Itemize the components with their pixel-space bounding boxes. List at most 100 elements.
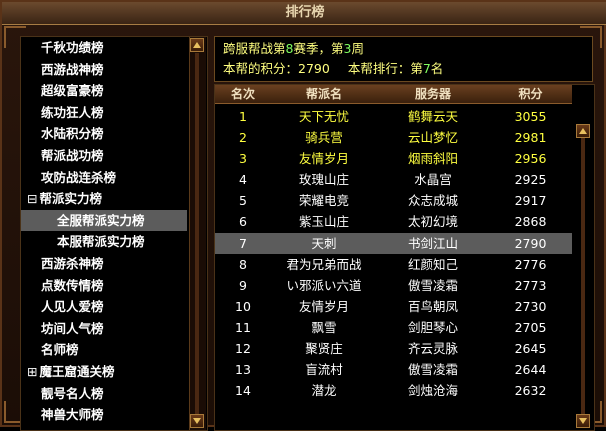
category-label: 全服帮派实力榜 [57, 212, 145, 228]
table-row[interactable]: 9 い邪派い六道 傲雪凌霜 2773 [215, 275, 572, 296]
category-item[interactable]: 西游战神榜 [21, 59, 187, 81]
cell-server: 傲雪凌霜 [407, 362, 458, 378]
table-row[interactable]: 7 天刺 书剑江山 2790 [215, 232, 572, 254]
cell-score: 2645 [514, 341, 547, 357]
cell-rank: 13 [235, 362, 251, 378]
category-item[interactable]: ⊟ 帮派实力榜 [21, 188, 187, 210]
category-item[interactable]: 千秋功绩榜 [21, 37, 187, 59]
cell-server: 太初幻境 [407, 214, 458, 230]
category-label: 千秋功绩榜 [41, 40, 104, 55]
category-item[interactable]: 神兽大师榜 [21, 404, 187, 426]
cell-server: 红颜知己 [407, 256, 458, 272]
category-label: 本服帮派实力榜 [57, 234, 145, 250]
arrow-down-icon [579, 418, 587, 424]
my-score-value: 2790 [298, 61, 330, 76]
cell-guild: 君为兄弟而战 [286, 256, 362, 272]
collapse-icon[interactable]: ⊟ [27, 191, 37, 206]
category-item[interactable]: 练功狂人榜 [21, 102, 187, 124]
cell-rank: 7 [239, 235, 247, 251]
cell-rank: 8 [239, 256, 247, 272]
cell-guild: 潜龙 [311, 383, 337, 399]
my-rank-suffix: 名 [430, 61, 444, 76]
cell-score: 2917 [514, 193, 547, 209]
arrow-up-icon [579, 128, 587, 134]
category-item[interactable]: 水陆积分榜 [21, 123, 187, 145]
header-rank: 名次 [230, 87, 255, 101]
cell-guild: 荣耀电竞 [298, 193, 349, 209]
category-item[interactable]: 帮派战功榜 [21, 145, 187, 167]
category-item[interactable]: ⊞ 魔王窟通关榜 [21, 361, 187, 383]
category-item[interactable]: 超级富豪榜 [21, 80, 187, 102]
cell-guild: い邪派い六道 [286, 277, 362, 293]
cell-score: 2644 [514, 362, 547, 378]
cell-server: 傲雪凌霜 [407, 277, 458, 293]
table-row[interactable]: 3 友情岁月 烟雨斜阳 2956 [215, 148, 572, 169]
cell-score: 2773 [514, 277, 547, 293]
header-server: 服务器 [414, 87, 451, 101]
category-item[interactable]: 攻防战连杀榜 [21, 167, 187, 189]
cell-server: 云山梦忆 [407, 130, 458, 146]
table-row[interactable]: 11 飘雪 剑胆琴心 2705 [215, 317, 572, 338]
cell-server: 剑胆琴心 [407, 319, 458, 335]
scroll-down-button[interactable] [576, 414, 590, 428]
table-row[interactable]: 1 天下无忧 鹤舞云天 3055 [215, 106, 572, 127]
cell-rank: 1 [239, 109, 247, 124]
cell-guild: 飘雪 [311, 319, 337, 335]
cell-server: 百鸟朝凤 [407, 298, 458, 314]
expand-icon[interactable]: ⊞ [27, 364, 37, 379]
week-prefix: 赛季，第 [293, 41, 344, 56]
scroll-up-button[interactable] [190, 38, 204, 52]
cell-guild: 天下无忧 [298, 109, 349, 124]
cell-guild: 友情岁月 [298, 298, 349, 314]
cell-guild: 盲流村 [305, 362, 343, 378]
cell-score: 2868 [514, 214, 547, 230]
table-row[interactable]: 12 聚贤庄 齐云灵脉 2645 [215, 338, 572, 359]
category-item[interactable]: 西游杀神榜 [21, 253, 187, 275]
cell-score: 2925 [514, 172, 547, 188]
scroll-track [195, 53, 199, 414]
category-item[interactable]: 本服帮派实力榜 [21, 231, 187, 253]
category-label: 帮派实力榜 [39, 191, 102, 207]
table-row[interactable]: 13 盲流村 傲雪凌霜 2644 [215, 359, 572, 380]
category-item[interactable]: 靓号名人榜 [21, 383, 187, 405]
table-body: 1 天下无忧 鹤舞云天 3055 2 骑兵营 云山梦忆 2981 3 友情岁月 烟雨斜阳 2956 4 玫… [215, 106, 572, 401]
category-label: 人见人爱榜 [41, 299, 104, 315]
cell-rank: 5 [239, 193, 247, 209]
category-label: 坊间人气榜 [41, 320, 104, 336]
table-scrollbar[interactable] [574, 85, 592, 430]
table-row[interactable]: 6 紫玉山庄 太初幻境 2868 [215, 211, 572, 232]
cell-rank: 9 [239, 277, 247, 293]
category-label: 靓号名人榜 [41, 385, 104, 401]
cell-server: 水晶宫 [414, 172, 452, 188]
category-item[interactable]: 名师榜 [21, 339, 187, 361]
category-label: 名师榜 [41, 342, 79, 358]
cell-score: 2730 [514, 298, 547, 314]
category-item[interactable]: 全服帮派实力榜 [21, 209, 187, 232]
category-label: 攻防战连杀榜 [41, 169, 117, 185]
cell-server: 烟雨斜阳 [407, 151, 458, 167]
category-item[interactable]: 人见人爱榜 [21, 296, 187, 318]
table-row[interactable]: 4 玫瑰山庄 水晶宫 2925 [215, 169, 572, 190]
table-row[interactable]: 8 君为兄弟而战 红颜知己 2776 [215, 254, 572, 275]
table-row[interactable]: 14 潜龙 剑烛沧海 2632 [215, 380, 572, 401]
table-row[interactable]: 10 友情岁月 百鸟朝凤 2730 [215, 296, 572, 317]
scroll-up-button[interactable] [576, 124, 590, 138]
category-item[interactable]: 点数传情榜 [21, 275, 187, 297]
cell-score: 2956 [514, 151, 547, 167]
category-label: 帮派战功榜 [41, 147, 104, 163]
scroll-down-button[interactable] [190, 414, 204, 428]
my-score-label: 本帮的积分： [223, 61, 299, 76]
category-scrollbar[interactable] [189, 37, 206, 430]
cell-server: 书剑江山 [407, 235, 458, 251]
cell-rank: 14 [235, 383, 251, 399]
cell-rank: 4 [239, 172, 247, 188]
category-label: 神兽大师榜 [41, 407, 104, 423]
category-item[interactable]: 坊间人气榜 [21, 318, 187, 340]
category-label: 水陆积分榜 [41, 126, 104, 142]
table-row[interactable]: 2 骑兵营 云山梦忆 2981 [215, 127, 572, 148]
cell-rank: 6 [239, 214, 247, 230]
table-row[interactable]: 5 荣耀电竞 众志成城 2917 [215, 190, 572, 211]
my-rank-label: 本帮排行：第 [347, 61, 423, 76]
window-title: 排行榜 [2, 2, 606, 25]
cell-rank: 10 [235, 298, 251, 314]
